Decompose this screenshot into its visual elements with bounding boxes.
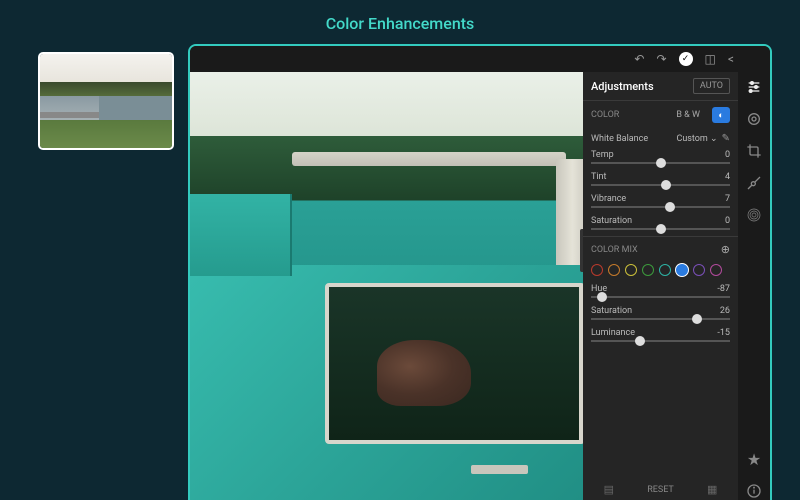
reset-button[interactable]: RESET (647, 485, 674, 495)
photo-canvas[interactable] (190, 72, 583, 500)
healing-icon[interactable] (745, 174, 763, 192)
share-icon[interactable]: < (728, 52, 734, 66)
color-swatch[interactable] (659, 264, 671, 276)
eyedropper-icon[interactable]: ✎ (722, 133, 730, 144)
tool-rail: ★ (738, 72, 770, 500)
luminance-slider[interactable]: Luminance-15 (583, 326, 738, 348)
hue-slider[interactable]: Hue-87 (583, 282, 738, 304)
color-swatch[interactable] (608, 264, 620, 276)
white-balance-label: White Balance (591, 134, 672, 144)
color-swatches (583, 260, 738, 282)
radial-icon[interactable] (745, 206, 763, 224)
color-swatch[interactable] (642, 264, 654, 276)
crop-icon[interactable] (745, 142, 763, 160)
white-balance-value[interactable]: Custom ⌄ (676, 134, 717, 144)
target-adjustment-icon[interactable]: ⊕ (721, 243, 730, 256)
filmstrip-icon[interactable]: ▤ (604, 483, 614, 496)
grid-icon[interactable]: ▦ (707, 483, 717, 496)
color-swatch[interactable] (676, 264, 688, 276)
color-mode-label: COLOR (591, 110, 664, 120)
original-thumbnail (38, 52, 174, 150)
tint-slider[interactable]: Tint4 (583, 170, 738, 192)
color-wheel-icon[interactable] (745, 110, 763, 128)
compare-icon[interactable]: ◫ (705, 52, 716, 66)
color-mode-button[interactable]: ◐ (712, 107, 730, 123)
sliders-icon[interactable] (745, 78, 763, 96)
adjustments-panel: Adjustments AUTO COLOR B & W ◐ White Bal… (583, 72, 738, 500)
star-icon[interactable]: ★ (745, 450, 763, 468)
panel-title: Adjustments (591, 80, 654, 93)
bw-mode-button[interactable]: B & W (670, 108, 706, 122)
app-frame: ↶ ↷ ✓ ◫ < Adjustments AUTO COLOR (188, 44, 772, 500)
saturation-slider[interactable]: Saturation0 (583, 214, 738, 236)
top-toolbar: ↶ ↷ ✓ ◫ < (190, 46, 770, 72)
color-swatch[interactable] (693, 264, 705, 276)
confirm-icon[interactable]: ✓ (679, 52, 693, 66)
redo-icon[interactable]: ↷ (656, 52, 666, 66)
auto-button[interactable]: AUTO (693, 78, 730, 94)
info-icon[interactable] (745, 482, 763, 500)
color-mix-label: COLOR MIX (591, 245, 638, 255)
color-swatch[interactable] (710, 264, 722, 276)
page-title: Color Enhancements (0, 14, 800, 33)
vibrance-slider[interactable]: Vibrance7 (583, 192, 738, 214)
color-swatch[interactable] (591, 264, 603, 276)
temp-slider[interactable]: Temp0 (583, 148, 738, 170)
color-swatch[interactable] (625, 264, 637, 276)
mix-saturation-slider[interactable]: Saturation26 (583, 304, 738, 326)
undo-icon[interactable]: ↶ (634, 52, 644, 66)
